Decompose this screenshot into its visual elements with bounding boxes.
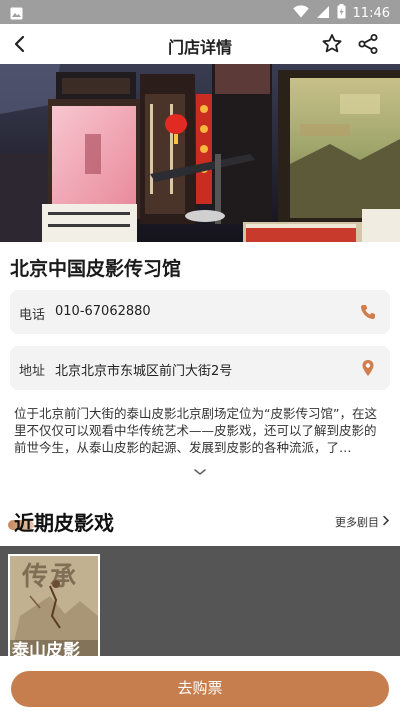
section-title: 近期皮影戏 <box>14 511 114 535</box>
phone-label: 电话 <box>19 308 46 323</box>
store-name: 北京中国皮影传习馆 <box>10 258 182 280</box>
clock-time: 11:46 <box>352 6 390 21</box>
address-text: 北京北京市东城区前门大街2号 <box>55 364 233 379</box>
shows-carousel: 传承 泰山皮影 <box>0 546 400 656</box>
phone-icon[interactable] <box>358 302 378 322</box>
chevron-right-icon <box>382 515 390 529</box>
nav-bar: 门店详情 <box>0 24 400 64</box>
more-shows-label: 更多剧目 <box>335 516 379 529</box>
location-pin-icon[interactable] <box>358 358 378 378</box>
buy-ticket-button[interactable]: 去购票 <box>11 671 389 707</box>
poster-title-bottom: 泰山皮影 <box>12 641 80 656</box>
poster-title-top: 传承 <box>22 562 79 592</box>
bottom-bar: 去购票 <box>0 656 400 711</box>
address-label: 地址 <box>19 364 46 379</box>
battery-icon <box>337 4 346 23</box>
signal-icon <box>316 5 330 23</box>
address-card[interactable]: 地址 北京北京市东城区前门大街2号 <box>10 346 390 390</box>
store-photo <box>0 64 400 242</box>
expand-chevron-icon[interactable] <box>193 462 207 476</box>
share-icon[interactable] <box>356 32 380 56</box>
recent-shows-header: 近期皮影戏 更多剧目 <box>0 505 400 539</box>
status-bar: 11:46 <box>0 0 400 24</box>
gallery-icon <box>10 5 23 24</box>
favorite-star-icon[interactable] <box>320 32 344 56</box>
wifi-icon <box>292 5 309 22</box>
more-shows-link[interactable]: 更多剧目 <box>335 514 390 530</box>
phone-number: 010-67062880 <box>55 304 151 319</box>
store-description: 位于北京前门大街的泰山皮影北京剧场定位为“皮影传习馆”，在这里不仅仅可以观看中华… <box>14 406 377 455</box>
phone-card[interactable]: 电话 010-67062880 <box>10 290 390 334</box>
